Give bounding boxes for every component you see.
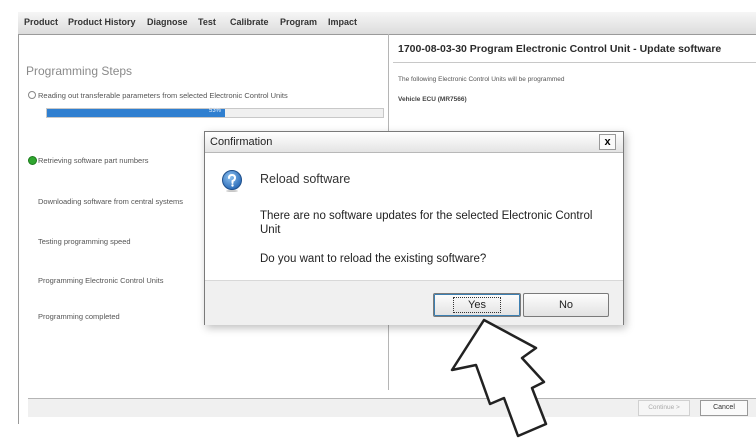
step-programming-ecus: Programming Electronic Control Units [38,276,164,285]
close-icon[interactable]: x [599,134,616,150]
question-icon [222,170,242,192]
dialog-message-updates: There are no software updates for the se… [260,210,593,236]
ecu-label: Vehicle ECU (MR7566) [398,96,467,103]
menu-bar: Product Product History Diagnose Test Ca… [18,12,756,35]
pointer-arrow-icon [450,318,548,438]
step-reading-parameters: Reading out transferable parameters from… [38,91,288,100]
tab-product[interactable]: Product [24,17,58,27]
progress-text: 53% [208,108,221,114]
ecu-description: The following Electronic Control Units w… [398,76,565,83]
step-downloading-software: Downloading software from central system… [38,197,184,206]
cancel-button[interactable]: Cancel [700,400,748,416]
radio-icon [28,91,36,99]
confirmation-dialog: Confirmation x Reload software There are… [204,131,624,325]
page-title: 1700-08-03-30 Program Electronic Control… [398,43,722,55]
dialog-title: Confirmation [210,136,273,148]
check-icon [28,156,37,165]
continue-button[interactable]: Continue > [638,400,690,416]
tab-program[interactable]: Program [280,17,317,27]
dialog-message-reload: Do you want to reload the existing softw… [260,253,487,265]
yes-button-label: Yes [453,297,501,313]
progress-bar: 53% [46,108,384,118]
tab-product-history[interactable]: Product History [68,17,136,27]
step-retrieving-software: Retrieving software part numbers [38,156,149,165]
dialog-heading: Reload software [260,172,351,186]
dialog-footer: Yes No [205,280,623,325]
dialog-body: Reload software There are no software up… [205,153,623,280]
step-testing-speed: Testing programming speed [38,237,131,246]
dialog-titlebar: Confirmation x [205,132,623,153]
tab-impact[interactable]: Impact [328,17,357,27]
no-button[interactable]: No [523,293,609,317]
title-divider [393,62,756,63]
tab-diagnose[interactable]: Diagnose [147,17,188,27]
programming-steps-title: Programming Steps [26,64,133,78]
tab-calibrate[interactable]: Calibrate [230,17,269,27]
yes-button[interactable]: Yes [433,293,521,317]
tab-test[interactable]: Test [198,17,216,27]
step-programming-completed: Programming completed [38,312,120,321]
